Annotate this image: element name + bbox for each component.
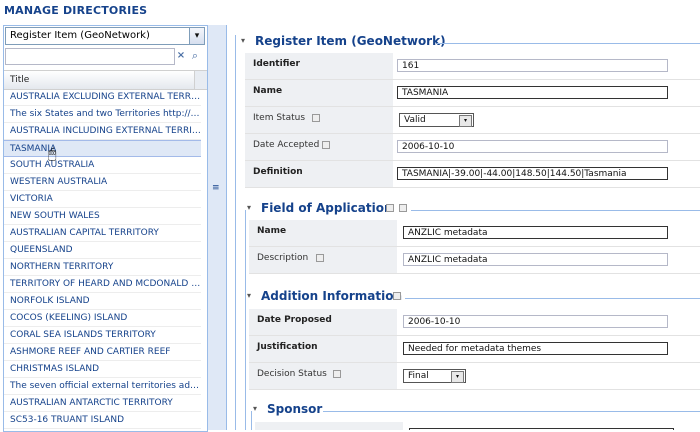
list-item[interactable]: ASHMORE REEF AND CARTIER REEF xyxy=(4,344,201,361)
sponsor-row xyxy=(255,422,700,430)
list-item[interactable]: SOUTH AUSTRALIA xyxy=(4,157,201,174)
justification-field[interactable]: Needed for metadata themes xyxy=(403,342,668,355)
decision-status-select[interactable]: Final ▾ xyxy=(403,369,466,383)
date-proposed-label: Date Proposed xyxy=(257,315,332,325)
info-icon[interactable] xyxy=(333,370,341,378)
collapse-icon[interactable]: ▾ xyxy=(247,203,251,212)
clear-icon[interactable]: × xyxy=(175,49,187,63)
collapse-icon[interactable]: ▾ xyxy=(253,404,257,413)
list-item[interactable]: QUEENSLAND xyxy=(4,242,201,259)
date-proposed-field[interactable]: 2006-10-10 xyxy=(403,315,668,328)
addition-section-header[interactable]: ▾ Addition Information xyxy=(247,289,700,307)
list-item[interactable]: NEW SOUTH WALES xyxy=(4,208,201,225)
chevron-down-icon[interactable]: ▾ xyxy=(189,28,204,44)
decision-status-value: Final xyxy=(408,371,429,381)
name-field[interactable]: TASMANIA xyxy=(397,86,668,99)
list-item[interactable]: AUSTRALIA EXCLUDING EXTERNAL TERRITORIES xyxy=(4,89,201,106)
scrollbar[interactable] xyxy=(194,71,207,89)
decision-status-row: Decision Status Final ▾ xyxy=(249,363,700,390)
item-status-label: Item Status xyxy=(253,113,306,123)
chevron-down-icon[interactable]: ▾ xyxy=(451,371,464,383)
register-section-title: Register Item (GeoNetwork) xyxy=(255,34,446,48)
info-icon[interactable] xyxy=(393,292,401,300)
directory-list: AUSTRALIA EXCLUDING EXTERNAL TERRITORIES… xyxy=(4,89,207,429)
name-row: Name TASMANIA xyxy=(245,80,700,107)
list-item[interactable]: AUSTRALIA INCLUDING EXTERNAL TERRITORIES xyxy=(4,123,201,140)
item-form: ▾ Register Item (GeoNetwork) Identifier … xyxy=(235,25,700,430)
grid-header: Title xyxy=(4,70,207,90)
date-proposed-row: Date Proposed 2006-10-10 xyxy=(249,309,700,336)
definition-label: Definition xyxy=(253,167,303,177)
date-accepted-label: Date Accepted xyxy=(253,140,320,150)
list-item[interactable]: WESTERN AUSTRALIA xyxy=(4,174,201,191)
collapse-icon[interactable]: ▾ xyxy=(247,291,251,300)
list-item[interactable]: CORAL SEA ISLANDS TERRITORY xyxy=(4,327,201,344)
page-title: MANAGE DIRECTORIES xyxy=(4,4,148,17)
application-description-row: Description ANZLIC metadata xyxy=(249,247,700,274)
list-item[interactable]: TERRITORY OF HEARD AND MCDONALD ISLANDS xyxy=(4,276,201,293)
item-status-value: Valid xyxy=(404,115,426,125)
list-item[interactable]: CHRISTMAS ISLAND xyxy=(4,361,201,378)
register-section-header[interactable]: ▾ Register Item (GeoNetwork) xyxy=(241,34,700,52)
panel-splitter[interactable]: ≡ xyxy=(207,25,227,430)
list-item[interactable]: AUSTRALIAN CAPITAL TERRITORY xyxy=(4,225,201,242)
list-item[interactable]: AUSTRALIAN ANTARCTIC TERRITORY xyxy=(4,395,201,412)
info-icon[interactable] xyxy=(322,141,330,149)
list-item[interactable]: NORTHERN TERRITORY xyxy=(4,259,201,276)
splitter-handle-icon[interactable]: ≡ xyxy=(212,183,220,193)
list-item[interactable]: TASMANIA xyxy=(4,140,201,157)
justification-label: Justification xyxy=(257,342,318,352)
list-item[interactable]: The seven official external territories … xyxy=(4,378,201,395)
date-accepted-row: Date Accepted 2006-10-10 xyxy=(245,134,700,161)
list-item[interactable]: SC53-16 TRUANT ISLAND xyxy=(4,412,201,429)
chevron-down-icon[interactable]: ▾ xyxy=(459,115,472,127)
identifier-label: Identifier xyxy=(253,59,300,69)
list-item[interactable]: NORFOLK ISLAND xyxy=(4,293,201,310)
mouse-cursor-icon: 🖱 xyxy=(48,146,57,162)
item-status-select[interactable]: Valid ▾ xyxy=(399,113,474,127)
application-name-field[interactable]: ANZLIC metadata xyxy=(403,226,668,239)
directory-select[interactable]: Register Item (GeoNetwork) ▾ xyxy=(5,27,205,45)
decision-status-label: Decision Status xyxy=(257,369,327,379)
justification-row: Justification Needed for metadata themes xyxy=(249,336,700,363)
application-name-row: Name ANZLIC metadata xyxy=(249,220,700,247)
info-icon[interactable] xyxy=(312,114,320,122)
collapse-icon[interactable]: ▾ xyxy=(241,36,245,45)
application-section-title: Field of Application xyxy=(261,201,393,215)
search-icon[interactable]: ⌕ xyxy=(188,49,202,63)
application-section-header[interactable]: ▾ Field of Application xyxy=(247,201,700,219)
definition-field[interactable]: TASMANIA|-39.00|-44.00|148.50|144.50|Tas… xyxy=(397,167,668,180)
list-item[interactable]: VICTORIA xyxy=(4,191,201,208)
info-icon[interactable] xyxy=(386,204,394,212)
list-item[interactable]: The six States and two Territories http:… xyxy=(4,106,201,123)
sponsor-section-title: Sponsor xyxy=(267,402,323,416)
application-description-field[interactable]: ANZLIC metadata xyxy=(403,253,668,266)
directory-panel: Register Item (GeoNetwork) ▾ × ⌕ Title A… xyxy=(3,25,208,432)
sponsor-section-header[interactable]: ▾ Sponsor xyxy=(253,402,700,420)
directory-select-value: Register Item (GeoNetwork) xyxy=(10,30,150,41)
info-icon[interactable] xyxy=(316,254,324,262)
list-item[interactable]: COCOS (KEELING) ISLAND xyxy=(4,310,201,327)
addition-section-title: Addition Information xyxy=(261,289,403,303)
definition-row: Definition TASMANIA|-39.00|-44.00|148.50… xyxy=(245,161,700,188)
application-description-label: Description xyxy=(257,253,309,263)
date-accepted-field[interactable]: 2006-10-10 xyxy=(397,140,668,153)
info-icon[interactable] xyxy=(399,204,407,212)
identifier-field[interactable]: 161 xyxy=(397,59,668,72)
column-title[interactable]: Title xyxy=(10,75,29,85)
item-status-row: Item Status Valid ▾ xyxy=(245,107,700,134)
application-name-label: Name xyxy=(257,226,287,236)
search-input[interactable] xyxy=(5,48,175,65)
name-label: Name xyxy=(253,86,283,96)
identifier-row: Identifier 161 xyxy=(245,53,700,80)
